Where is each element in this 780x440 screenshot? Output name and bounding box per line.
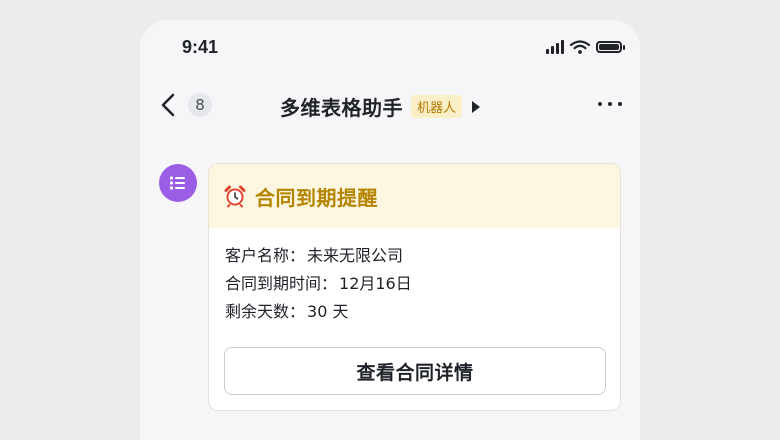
contract-reminder-card: 合同到期提醒 客户名称： 未来无限公司 合同到期时间： 12月16日 剩余天数： 30…: [208, 163, 621, 411]
remaining-days-line: 剩余天数： 30 天: [225, 298, 604, 326]
nav-bar: 8 多维表格助手 机器人: [140, 82, 640, 130]
status-bar: 9:41: [140, 20, 640, 76]
field-value: 30 天: [307, 302, 349, 321]
more-button[interactable]: [598, 102, 622, 106]
field-value: 未来无限公司: [307, 246, 404, 265]
customer-name-line: 客户名称： 未来无限公司: [225, 242, 604, 270]
caret-right-icon: [472, 100, 481, 113]
signal-icon: [546, 40, 564, 54]
chat-title-group[interactable]: 多维表格助手 机器人: [280, 92, 481, 121]
list-icon: [169, 176, 185, 190]
unread-count-badge[interactable]: 8: [188, 93, 212, 117]
card-header: 合同到期提醒: [209, 164, 620, 228]
card-body: 客户名称： 未来无限公司 合同到期时间： 12月16日 剩余天数： 30 天: [209, 228, 620, 326]
card-title: 合同到期提醒: [255, 185, 378, 210]
status-time: 9:41: [182, 37, 219, 57]
chevron-left-icon: [161, 93, 175, 117]
field-label: 合同到期时间：: [225, 274, 338, 293]
expiry-date-line: 合同到期时间： 12月16日: [225, 270, 604, 298]
status-icons: [546, 40, 625, 54]
field-value: 12月16日: [339, 274, 412, 293]
chat-title: 多维表格助手: [280, 96, 403, 120]
field-label: 客户名称：: [225, 246, 306, 265]
battery-icon: [596, 41, 625, 53]
bot-avatar[interactable]: [159, 164, 197, 202]
view-contract-details-button[interactable]: 查看合同详情: [224, 347, 606, 395]
more-dots-icon: [598, 102, 602, 106]
phone-screen: 9:41 8 多维表格助手 机器人 合同到期提醒 客户名称： 未来无限公司 合同…: [140, 20, 640, 440]
wifi-icon: [570, 40, 590, 54]
field-label: 剩余天数：: [225, 302, 306, 321]
alarm-clock-icon: [224, 185, 246, 208]
bot-tag: 机器人: [411, 95, 463, 118]
back-button[interactable]: [154, 90, 184, 120]
